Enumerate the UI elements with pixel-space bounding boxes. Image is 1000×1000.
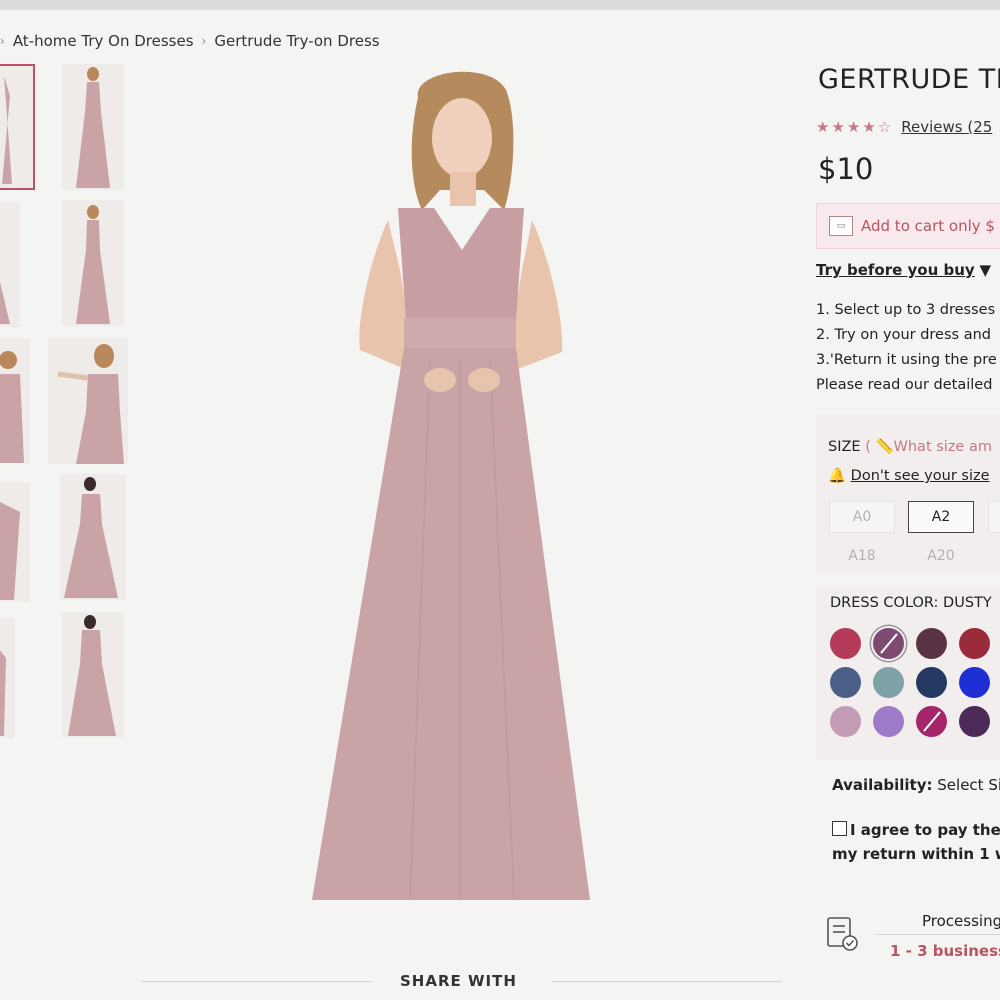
share-divider-left [142,981,372,982]
star-icon: ★ [862,118,876,136]
size-guide-link[interactable]: ( 📏What size am [865,439,992,455]
try-before-you-buy[interactable]: Try before you buy ▼ [816,261,991,279]
thumbnail-6[interactable] [48,338,128,464]
processing-label: Processing [922,912,1000,930]
try-on-steps: 1. Select up to 3 dresses 2. Try on your… [816,298,997,398]
size-option-a20[interactable]: A20 [908,540,974,572]
size-label: SIZE ( 📏What size am [828,439,992,455]
try-before-link[interactable]: Try before you buy [816,261,975,279]
size-option-next[interactable] [988,501,1000,533]
step-note: Please read our detailed [816,377,993,393]
thumbnail-4[interactable] [62,200,124,326]
chevron-right-icon: › [201,34,207,48]
color-swatch[interactable] [916,706,947,737]
color-swatch[interactable] [873,706,904,737]
share-divider-right [552,981,782,982]
processing-days: 1 - 3 business [890,942,1000,960]
thumbnail-1[interactable] [0,64,35,190]
availability-value: Select Siz [937,776,1000,794]
main-product-image [312,71,590,901]
thumbnail-2[interactable] [62,64,124,190]
dress-color-label: DRESS COLOR: DUSTY [830,595,992,611]
breadcrumb-current: Gertrude Try-on Dress [214,32,380,50]
size-option-a18[interactable]: A18 [829,540,895,572]
agree-checkbox[interactable] [832,821,847,836]
star-icon: ★ [816,118,830,136]
color-swatch[interactable] [873,628,904,659]
breadcrumb: › At-home Try On Dresses › Gertrude Try-… [0,32,380,50]
add-to-cart-label: Add to cart only $ [861,217,995,235]
size-option-a0[interactable]: A0 [829,501,895,533]
processing-divider [876,934,1000,935]
thumbnail-5[interactable] [0,338,30,463]
product-price: $10 [818,152,874,186]
agree-text-1: I agree to pay the [850,821,1000,839]
star-icon: ★ [831,118,845,136]
bell-icon: 🔔 [828,468,847,484]
product-title: GERTRUDE TI [818,64,1000,95]
color-swatch[interactable] [830,628,861,659]
star-icon: ★ [846,118,861,136]
chevron-right-icon: › [0,34,5,48]
dont-see-size: 🔔 Don't see your size [828,467,990,484]
thumbnail-7[interactable] [0,482,30,602]
star-half-icon: ☆ [877,118,892,136]
color-swatch[interactable] [830,706,861,737]
color-swatch[interactable] [830,667,861,698]
availability: Availability: Select Siz [832,776,1000,794]
agree-text-2: my return within 1 w [832,845,1000,863]
step-1: 1. Select up to 3 dresses [816,302,996,318]
color-swatch[interactable] [916,628,947,659]
share-with-label: SHARE WITH [400,972,517,990]
color-swatch[interactable] [959,628,990,659]
color-swatch[interactable] [873,667,904,698]
step-3: 3.'Return it using the pre [816,352,997,368]
agree-terms[interactable]: I agree to pay the my return within 1 w [832,818,1000,866]
breadcrumb-at-home-try-on[interactable]: At-home Try On Dresses [13,32,194,50]
step-2: 2. Try on your dress and [816,327,991,343]
thumbnail-3[interactable] [0,202,20,327]
color-swatch[interactable] [959,667,990,698]
color-swatch[interactable] [959,706,990,737]
cart-icon: ▭ [829,216,853,236]
product-info-panel: GERTRUDE TI ★ ★ ★ ★ ☆ Reviews (25 $10 ▭ … [816,0,1000,1000]
rating-stars: ★ ★ ★ ★ ☆ Reviews (25 [816,118,992,136]
unavailable-slash-icon [879,633,898,654]
thumbnail-8[interactable] [60,474,126,600]
thumbnail-9[interactable] [0,618,15,738]
thumbnail-10[interactable] [62,612,124,738]
reviews-link[interactable]: Reviews (25 [901,118,992,136]
caret-down-icon: ▼ [979,261,992,279]
ruler-icon: 📏 [875,439,894,455]
dont-see-size-link[interactable]: Don't see your size [851,468,990,484]
add-to-cart-button[interactable]: ▭ Add to cart only $ [816,203,1000,249]
checklist-icon [827,917,858,951]
unavailable-slash-icon [922,711,941,732]
size-option-a2[interactable]: A2 [908,501,974,533]
color-swatch[interactable] [916,667,947,698]
